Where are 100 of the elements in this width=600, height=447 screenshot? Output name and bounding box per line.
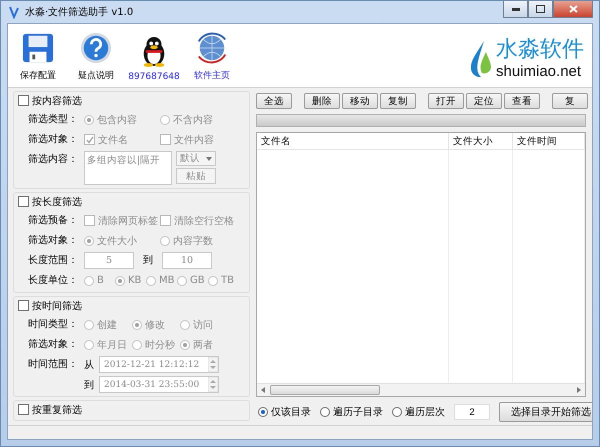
radio-option[interactable]: 文件大小: [84, 234, 160, 248]
group-title: 按长度筛选: [32, 196, 82, 208]
checkbox[interactable]: [160, 134, 171, 145]
action-button[interactable]: 移动: [342, 93, 378, 109]
radio-button[interactable]: [132, 340, 142, 350]
action-button[interactable]: 打开: [428, 93, 464, 109]
close-button[interactable]: [553, 1, 593, 18]
datetime-field[interactable]: 2012-12-21 12:12:12: [99, 356, 219, 373]
radio-option[interactable]: 时分秒: [132, 338, 180, 352]
radio-button[interactable]: [84, 114, 94, 124]
checkbox-option[interactable]: 文件名: [84, 132, 160, 146]
checkbox[interactable]: [84, 215, 95, 226]
start-filter-button[interactable]: 选择目录开始筛选: [499, 402, 592, 422]
maximize-button[interactable]: [528, 1, 553, 18]
action-button[interactable]: 删除: [304, 93, 340, 109]
scroll-left-icon: [260, 387, 266, 393]
column-header[interactable]: 文件大小: [449, 133, 513, 150]
radio-option[interactable]: 包含内容: [84, 112, 160, 126]
radio-option[interactable]: MB: [146, 275, 177, 286]
max-field[interactable]: 10: [162, 252, 212, 269]
group-title: 按内容筛选: [32, 94, 82, 108]
toolbar-label[interactable]: 保存配置: [20, 69, 56, 82]
radio-button[interactable]: [84, 340, 94, 350]
radio-button[interactable]: [180, 340, 190, 350]
action-button[interactable]: 定位: [466, 93, 502, 109]
group-title: 按重复筛选: [32, 404, 82, 416]
group-title: 按时间筛选: [32, 300, 82, 312]
min-field[interactable]: 5: [84, 252, 134, 269]
field-label: 长度单位：: [27, 274, 79, 288]
action-button[interactable]: 复制: [380, 93, 416, 109]
content-field[interactable]: 多组内容以|隔开: [84, 151, 172, 185]
radio-button[interactable]: [258, 407, 268, 417]
action-button[interactable]: 查看: [504, 93, 540, 109]
check-icon: [86, 136, 94, 144]
toolbar-link[interactable]: 软件主页: [194, 69, 230, 82]
field-label: 筛选类型：: [27, 112, 79, 127]
field-label: 筛选对象：: [27, 132, 79, 147]
checkbox-option[interactable]: 文件内容: [160, 132, 236, 146]
radio-option[interactable]: KB: [115, 275, 146, 286]
column-header[interactable]: 文件时间: [513, 133, 585, 150]
range-separator: 到: [142, 254, 154, 268]
checkbox[interactable]: [18, 300, 29, 311]
checkbox[interactable]: [18, 196, 29, 207]
column-header[interactable]: 文件名: [257, 133, 449, 150]
scroll-right-icon: [576, 387, 582, 393]
toolbar-link[interactable]: 897687648: [128, 72, 180, 82]
spinner-icon[interactable]: [208, 357, 218, 372]
logo-domain: shuimiao.net: [496, 63, 582, 80]
radio-option[interactable]: TB: [208, 275, 239, 286]
minimize-button[interactable]: [503, 1, 528, 18]
field-label: 筛选对象：: [27, 338, 79, 352]
action-button[interactable]: 复: [552, 93, 588, 109]
minimize-icon: [512, 8, 520, 10]
radio-button[interactable]: [160, 114, 170, 124]
radio-option[interactable]: 访问: [180, 318, 228, 332]
horizontal-scrollbar[interactable]: [257, 383, 585, 396]
paste-button[interactable]: 粘贴: [176, 168, 216, 184]
mode-dropdown[interactable]: 默认: [176, 151, 216, 166]
radio-option[interactable]: 遍历子目录: [320, 405, 383, 419]
radio-option[interactable]: 仅该目录: [258, 405, 311, 419]
field-label: 长度范围：: [27, 254, 79, 268]
radio-option[interactable]: GB: [177, 275, 208, 286]
radio-button[interactable]: [320, 407, 330, 417]
checkbox-option[interactable]: 清除网页标签: [84, 214, 160, 228]
checkbox[interactable]: [18, 404, 29, 415]
datetime-field[interactable]: 2014-03-31 23:55:00: [99, 376, 219, 393]
radio-button[interactable]: [84, 236, 94, 246]
water-drop-logo-icon: [470, 40, 492, 78]
radio-button[interactable]: [180, 320, 190, 330]
radio-option[interactable]: 遍历层次: [392, 405, 445, 419]
checkbox-option[interactable]: 清除空行空格: [160, 214, 236, 228]
radio-option[interactable]: 两者: [180, 338, 228, 352]
spinner-icon[interactable]: [208, 377, 218, 392]
checkbox[interactable]: [84, 134, 95, 145]
app-icon: [7, 5, 21, 19]
window-title: 水淼·文件筛选助手 v1.0: [25, 6, 134, 19]
radio-button[interactable]: [208, 276, 218, 286]
action-button[interactable]: 全选: [256, 93, 292, 109]
question-mark-icon: [80, 32, 112, 64]
radio-option[interactable]: 内容字数: [160, 234, 236, 248]
field-label: 筛选预备：: [27, 214, 79, 228]
radio-option[interactable]: 不含内容: [160, 112, 236, 126]
radio-button[interactable]: [160, 236, 170, 246]
radio-option[interactable]: 年月日: [84, 338, 132, 352]
radio-button[interactable]: [132, 320, 142, 330]
field-label: 筛选对象：: [27, 234, 79, 248]
checkbox[interactable]: [160, 215, 171, 226]
radio-option[interactable]: B: [84, 275, 115, 286]
radio-button[interactable]: [392, 407, 402, 417]
radio-button[interactable]: [146, 276, 156, 286]
radio-option[interactable]: 修改: [132, 318, 180, 332]
radio-button[interactable]: [177, 276, 187, 286]
radio-option[interactable]: 创建: [84, 318, 132, 332]
checkbox[interactable]: [18, 95, 29, 106]
radio-button[interactable]: [115, 276, 125, 286]
radio-button[interactable]: [84, 320, 94, 330]
date-prefix: 到: [84, 378, 94, 392]
toolbar-label[interactable]: 疑点说明: [78, 69, 114, 82]
radio-button[interactable]: [84, 276, 94, 286]
depth-field[interactable]: 2: [454, 404, 490, 420]
